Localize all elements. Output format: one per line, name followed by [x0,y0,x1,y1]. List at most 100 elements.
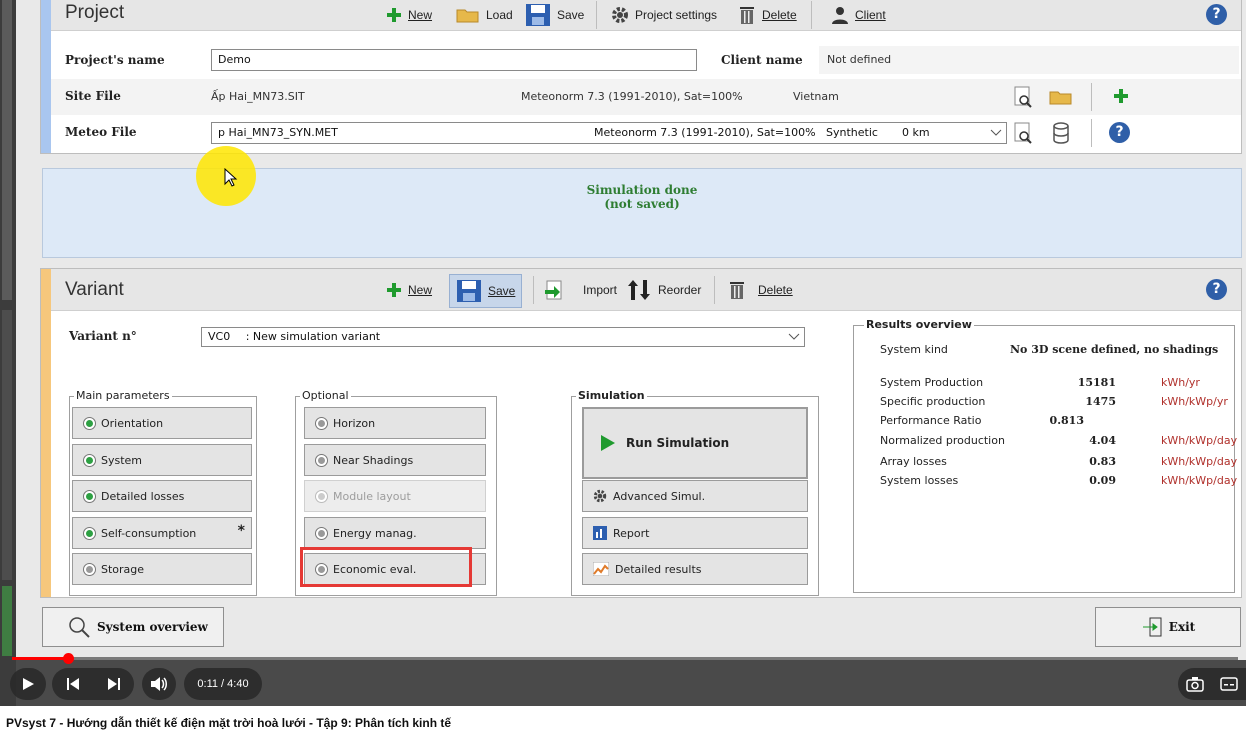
project-save-button[interactable]: Save [525,0,584,31]
video-title: PVsyst 7 - Hướng dẫn thiết kế điện mặt t… [6,716,452,730]
project-name-label: Project's name [65,53,165,67]
volume-button[interactable] [142,668,176,700]
document-search-icon [1014,86,1032,108]
video-progress-track[interactable] [12,657,1238,660]
variant-import-button[interactable]: Import [543,274,617,306]
storage-button[interactable]: Storage [72,553,252,585]
client-name-label: Client name [721,53,803,67]
next-icon[interactable] [107,677,121,691]
subtitles-icon[interactable] [1220,677,1238,691]
status-ok-icon [83,416,96,430]
main-parameters-group: Main parameters Orientation System Detai… [69,389,257,596]
project-title: Project [65,2,125,23]
video-time: 0:11 / 4:40 [184,668,262,700]
status-disabled-icon [315,489,328,503]
run-simulation-button[interactable]: Run Simulation [582,407,808,479]
site-meteo-source: Meteonorm 7.3 (1991-2010), Sat=100% [521,90,743,103]
result-row: Specific production 1475 kWh/kWp/yr [880,395,1228,408]
variant-delete-button[interactable]: Delete [728,274,793,306]
result-row: Normalized production 4.04 kWh/kWp/day [880,434,1238,447]
meteo-file-select[interactable]: p Hai_MN73_SYN.MET Meteonorm 7.3 (1991-2… [211,122,1007,144]
exit-button[interactable]: Exit [1095,607,1241,647]
floppy-disk-icon [457,280,481,302]
highlight-box [300,547,472,587]
detailed-losses-button[interactable]: Detailed losses [72,480,252,512]
video-progress-played [12,657,68,660]
module-layout-button[interactable]: Module layout [304,480,486,512]
trash-icon [740,7,754,24]
site-search-button[interactable] [1011,85,1035,109]
project-delete-button[interactable]: Delete [738,0,797,31]
meteo-database-button[interactable] [1049,121,1073,145]
site-file-row: Site File Ấp Hai_MN73.SIT Meteonorm 7.3 … [51,79,1241,115]
meteo-search-button[interactable] [1011,121,1035,145]
optional-group: Optional Horizon Near Shadings Module la… [295,389,497,596]
site-open-button[interactable] [1049,85,1073,109]
horizon-button[interactable]: Horizon [304,407,486,439]
orientation-button[interactable]: Orientation [72,407,252,439]
detailed-results-button[interactable]: Detailed results [582,553,808,585]
project-new-button[interactable]: New [386,0,432,31]
mouse-pointer-icon [224,168,238,187]
camera-icon[interactable] [1186,676,1204,692]
gear-icon [593,489,607,503]
site-file-name: Ấp Hai_MN73.SIT [211,90,305,103]
system-kind-label: System kind [880,343,948,356]
site-file-label: Site File [65,89,121,103]
previous-icon[interactable] [66,677,80,691]
result-row: Performance Ratio 0.813 [880,414,1084,427]
simulation-group: Simulation Run Simulation Advanced Simul… [571,389,819,596]
pvsyst-window: Project New Load Save Project settings D… [16,0,1246,660]
report-button[interactable]: Report [582,517,808,549]
document-search-icon [1014,122,1032,144]
advanced-simulation-button[interactable]: Advanced Simul. [582,480,808,512]
near-shadings-button[interactable]: Near Shadings [304,444,486,476]
client-name-value: Not defined [827,53,892,66]
self-consumption-button[interactable]: Self-consumption * [72,517,252,549]
folder-icon [1049,91,1072,105]
magnifier-icon [69,617,90,638]
project-load-button[interactable]: Load [456,0,513,31]
variant-panel: Variant New Save Import Reorder Delete ?… [40,268,1242,598]
skip-controls [52,668,134,700]
plus-icon [1114,89,1128,103]
project-help-icon[interactable]: ? [1206,4,1227,25]
variant-header: Variant New Save Import Reorder Delete ? [51,269,1241,311]
variant-help-icon[interactable]: ? [1206,279,1227,300]
system-button[interactable]: System [72,444,252,476]
sort-arrows-icon [628,280,650,300]
gear-icon [612,7,628,23]
plus-icon [387,8,401,22]
meteo-file-label: Meteo File [65,125,137,139]
site-new-button[interactable] [1109,84,1133,108]
project-name-input[interactable]: Demo [211,49,697,71]
variant-save-button[interactable]: Save [449,274,523,308]
system-overview-button[interactable]: System overview [42,607,224,647]
import-icon [545,280,562,300]
project-panel: Project New Load Save Project settings D… [40,0,1242,154]
system-kind-row: System kind No 3D scene defined, no shad… [880,342,1234,360]
exit-icon [1142,617,1162,637]
status-neutral-icon [315,416,328,430]
variant-select[interactable]: VC0 : New simulation variant [201,327,805,347]
play-button[interactable] [10,668,46,700]
video-frame: Project New Load Save Project settings D… [0,0,1246,706]
site-country: Vietnam [793,90,839,103]
status-ok-icon [83,453,96,467]
project-settings-button[interactable]: Project settings [611,0,717,31]
system-kind-value: No 3D scene defined, no shadings [1010,343,1219,356]
status-neutral-icon [315,526,328,540]
play-icon [601,435,615,451]
meteo-help-icon[interactable]: ? [1109,122,1130,143]
play-icon [23,678,34,690]
left-background-strip [0,0,16,706]
video-progress-scrubber[interactable] [63,653,74,664]
project-client-button[interactable]: Client [831,0,886,31]
project-name-row: Project's name Demo Client name Not defi… [51,43,1241,79]
variant-title: Variant [65,279,124,300]
chevron-down-icon [788,333,800,340]
energy-management-button[interactable]: Energy manag. [304,517,486,549]
chevron-down-icon [990,129,1002,136]
variant-new-button[interactable]: New [386,274,432,306]
variant-reorder-button[interactable]: Reorder [626,274,701,306]
